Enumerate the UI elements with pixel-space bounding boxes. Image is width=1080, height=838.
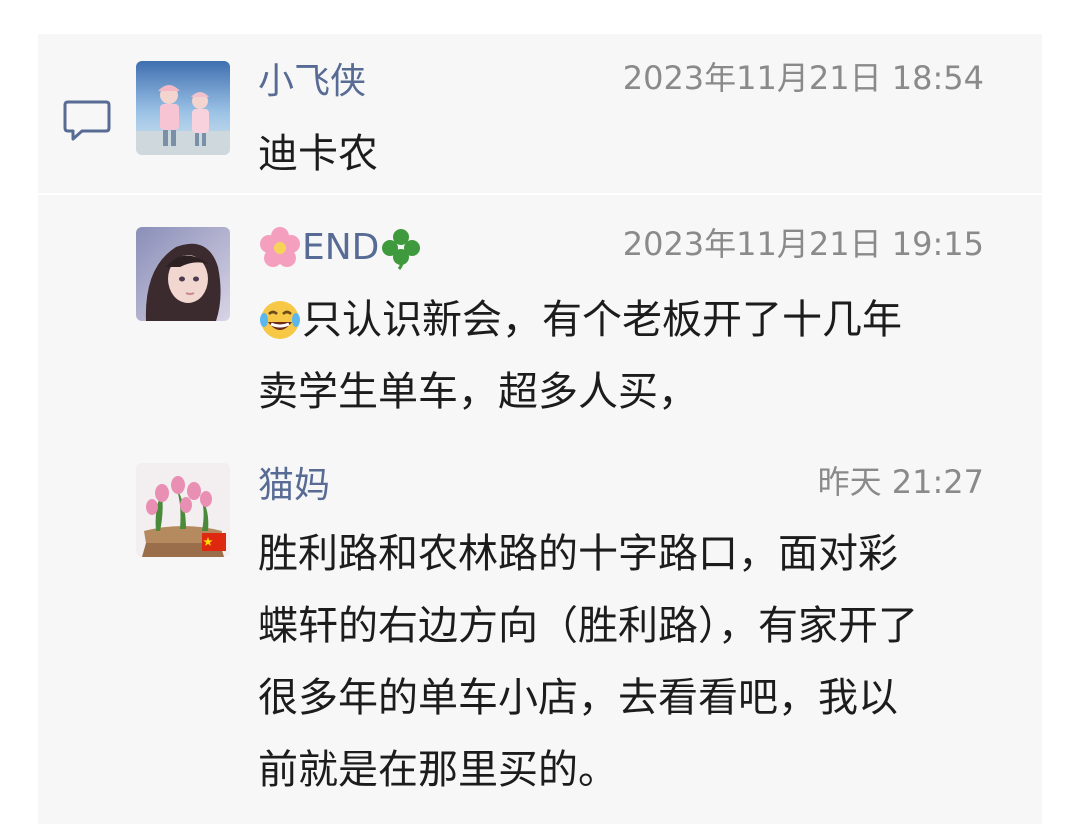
comment-author-line[interactable]: END (258, 226, 423, 270)
avatar[interactable] (136, 61, 230, 155)
avatar[interactable] (136, 227, 230, 321)
comment-text-line: 前就是在那里买的。 (258, 747, 618, 793)
comment-text: 迪卡农 (258, 131, 378, 177)
comment-time: 昨天 21:27 (817, 463, 984, 501)
comment-time: 2023年11月21日 18:54 (622, 59, 984, 97)
comment-author[interactable]: END (302, 227, 379, 268)
comment-text-line: 只认识新会，有个老板开了十几年 (302, 297, 902, 343)
laughing-tears-icon (258, 298, 302, 342)
comment-text: 胜利路和农林路的十字路口，面对彩 蝶轩的右边方向（胜利路），有家开了 很多年的单… (258, 518, 998, 806)
four-leaf-clover-icon (379, 226, 423, 270)
comment-icon (62, 98, 112, 144)
comment-text: 只认识新会，有个老板开了十几年 卖学生单车，超多人买， (258, 282, 998, 428)
comment-text-line: 胜利路和农林路的十字路口，面对彩 (258, 531, 898, 577)
comment-author[interactable]: 小飞侠 (258, 62, 366, 102)
cherry-blossom-icon (258, 226, 302, 270)
comment-text-line: 卖学生单车，超多人买， (258, 369, 698, 415)
comment-author[interactable]: 猫妈 (258, 466, 330, 506)
comment-time: 2023年11月21日 19:15 (622, 225, 984, 263)
comment-text-line: 蝶轩的右边方向（胜利路），有家开了 (258, 603, 918, 649)
avatar[interactable] (136, 463, 230, 557)
comment-divider (38, 193, 1042, 195)
comment-text-line: 很多年的单车小店，去看看吧，我以 (258, 675, 898, 721)
